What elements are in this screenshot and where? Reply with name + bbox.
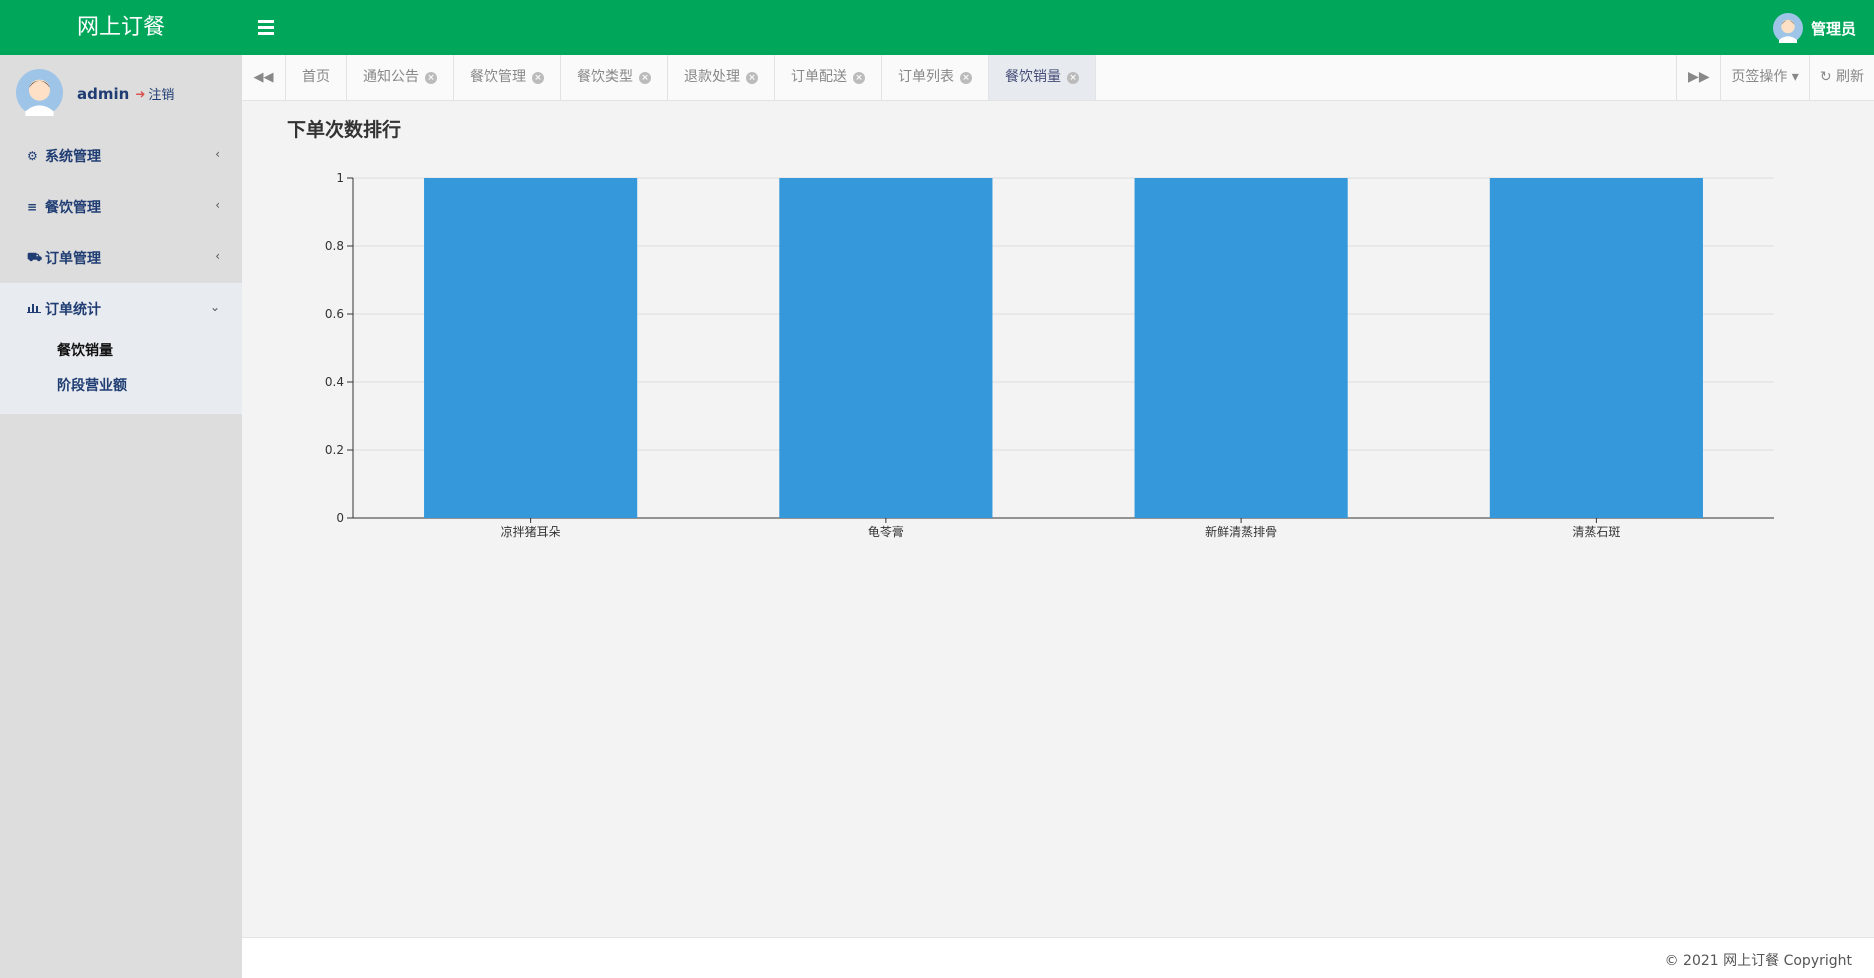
y-tick-label: 1 [336,171,344,185]
page-ops-label: 页签操作 [1731,69,1788,85]
y-tick-label: 0.6 [325,307,344,321]
chart-bar [424,178,638,518]
tab-sales[interactable]: 餐饮销量 × [989,55,1096,100]
sidebar-item-statistics[interactable]: 订单统计 ⌄ [0,283,242,334]
tab-label: 通知公告 [363,69,419,85]
cart-icon: ⛟ [27,249,43,264]
close-icon[interactable]: × [639,71,651,84]
tab-label: 订单配送 [791,69,847,85]
close-icon[interactable]: × [746,71,758,84]
x-tick-label: 清蒸石斑 [1572,525,1620,539]
bar-chart: 0 0.2 0.4 0.6 0.8 1 凉拌猪耳朵 龟苓膏 新鲜清蒸排骨 清蒸石斑 [325,171,1774,539]
sidebar-subitem-revenue[interactable]: 阶段营业额 [0,369,242,404]
user-panel: admin ➜ 注销 [0,55,242,130]
tab-home[interactable]: 首页 [286,55,347,100]
chevron-left-icon: ‹ [215,249,220,263]
chart-bar [779,178,993,518]
tabs-scroll-left-icon[interactable]: ◀◀ [242,55,286,100]
avatar-icon [16,69,63,116]
x-tick-label: 凉拌猪耳朵 [501,524,561,539]
chart-bar [1489,178,1703,518]
tab-list: 首页 通知公告 × 餐饮管理 × 餐饮类型 × 退款处理 × 订单配送 × 订单列表 × 餐… [286,55,1096,100]
x-tick-label: 龟苓膏 [868,524,904,539]
role-label: 管理员 [1810,19,1856,38]
list-icon: ≡ [27,199,38,214]
user-name: admin [77,84,130,103]
sidebar-subitem-sales[interactable]: 餐饮销量 [0,334,242,369]
caret-down-icon: ▾ [1791,69,1799,85]
sidebar: admin ➜ 注销 ⚙ 系统管理 ‹ ≡ 餐饮管理 ‹ ⛟ 订单管理 ‹ 订单… [0,55,242,978]
tab-label: 餐饮类型 [577,69,633,85]
y-tick-label: 0 [336,511,344,525]
sidebar-item-label: 系统管理 [45,148,101,165]
close-icon[interactable]: × [960,71,972,84]
tab-refund[interactable]: 退款处理 × [668,55,775,100]
refresh-button[interactable]: ↻ 刷新 [1808,55,1874,100]
sidebar-item-label: 订单统计 [45,301,101,318]
logout-icon: ➜ [135,86,146,101]
chevron-left-icon: ‹ [215,198,220,212]
sidebar-item-label: 餐饮管理 [45,199,101,216]
gear-icon: ⚙ [27,148,38,163]
logout-link[interactable]: ➜ 注销 [135,84,175,104]
close-icon[interactable]: × [532,71,544,84]
tab-catering-type[interactable]: 餐饮类型 × [561,55,668,100]
copyright-text: © 2021 网上订餐 Copyright [1664,953,1852,969]
main-content: 下单次数排行 0 0.2 0.4 0.6 0.8 1 凉拌猪耳朵 龟苓膏 新鲜清蒸排骨 清蒸石斑 [242,101,1874,937]
tab-label: 餐饮销量 [1005,69,1061,85]
bar-chart-icon [27,302,43,316]
refresh-icon: ↻ [1819,69,1832,85]
chevron-down-icon: ⌄ [209,300,220,314]
close-icon[interactable]: × [425,71,437,84]
tab-notice[interactable]: 通知公告 × [347,55,454,100]
tab-actions: ▶▶ 页签操作 ▾ ↻ 刷新 [1676,55,1874,100]
top-navbar: 网上订餐 管理员 [0,0,1874,55]
chart-bar [1134,178,1348,518]
sidebar-item-system[interactable]: ⚙ 系统管理 ‹ [0,130,242,181]
tab-order-list[interactable]: 订单列表 × [882,55,989,100]
footer: © 2021 网上订餐 Copyright [242,937,1874,978]
tab-label: 餐饮管理 [470,69,526,85]
y-tick-label: 0.8 [325,239,344,253]
refresh-label: 刷新 [1836,69,1864,85]
chevron-left-icon: ‹ [215,147,220,161]
sidebar-item-orders[interactable]: ⛟ 订单管理 ‹ [0,232,242,283]
tab-delivery[interactable]: 订单配送 × [775,55,882,100]
submenu-statistics: 餐饮销量 阶段营业额 [0,334,242,414]
sidebar-item-label: 订单管理 [45,250,101,267]
y-tick-label: 0.4 [325,375,344,389]
tabs-scroll-right-icon[interactable]: ▶▶ [1676,55,1720,100]
close-icon[interactable]: × [1067,71,1079,84]
logout-label: 注销 [148,88,175,103]
user-menu[interactable]: 管理员 [1772,12,1856,44]
tabs-bar: ◀◀ 首页 通知公告 × 餐饮管理 × 餐饮类型 × 退款处理 × 订单配送 × 订单列表… [242,55,1874,101]
tab-label: 订单列表 [898,69,954,85]
brand-logo[interactable]: 网上订餐 [0,0,242,55]
menu-toggle-icon[interactable] [258,17,274,37]
close-icon[interactable]: × [853,71,865,84]
tab-catering-manage[interactable]: 餐饮管理 × [454,55,561,100]
x-tick-label: 新鲜清蒸排骨 [1205,524,1277,539]
sidebar-item-catering[interactable]: ≡ 餐饮管理 ‹ [0,181,242,232]
tab-label: 首页 [302,69,330,85]
page-ops-dropdown[interactable]: 页签操作 ▾ [1720,55,1808,100]
avatar-icon [1772,13,1803,43]
tab-label: 退款处理 [684,69,740,85]
y-tick-label: 0.2 [325,443,344,457]
